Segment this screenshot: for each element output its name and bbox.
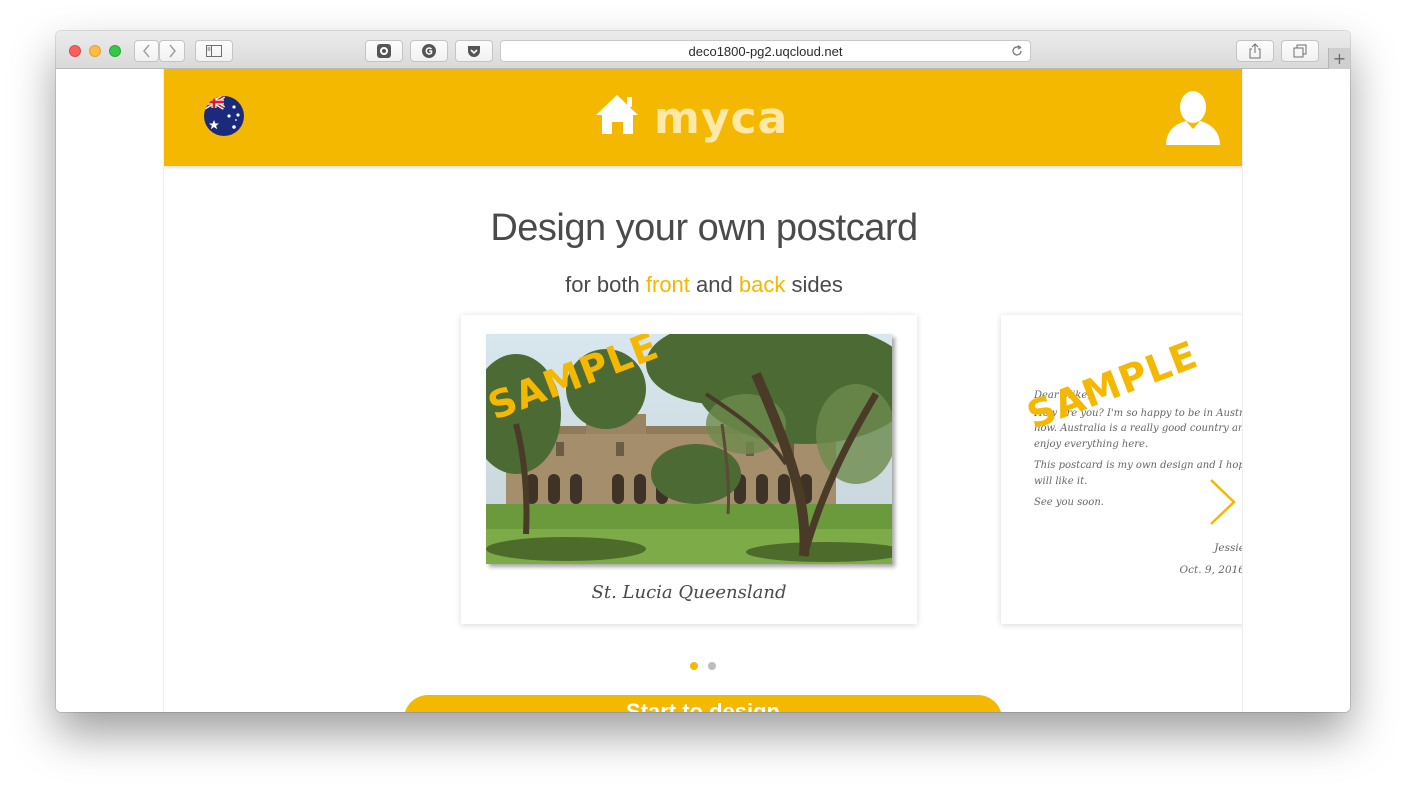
subtitle-back: back (738, 272, 786, 297)
subtitle-front: front (645, 272, 690, 297)
user-profile-icon[interactable] (1164, 89, 1222, 147)
subtitle-prefix: for both (565, 272, 640, 297)
tabs-overview-button[interactable] (1281, 40, 1319, 62)
forward-button[interactable] (159, 40, 185, 62)
pocket-icon (468, 46, 480, 57)
subtitle-suffix: sides (791, 272, 843, 297)
carousel-pagination (690, 662, 720, 672)
chevron-left-icon (142, 44, 150, 58)
reload-icon[interactable] (1010, 44, 1024, 58)
tabs-icon (1293, 44, 1307, 58)
close-window-button[interactable] (69, 45, 81, 57)
share-button[interactable] (1236, 40, 1274, 62)
myca-logo[interactable]: myca (594, 91, 816, 151)
browser-toolbar: deco1800-pg2.uqcloud.net + (56, 31, 1350, 69)
target-icon (377, 44, 391, 58)
postcard-caption: St. Lucia Queensland (591, 582, 787, 603)
postcard-back-sample: Dear Mike, How are you? I'm so happy to … (1001, 315, 1243, 624)
browser-window: deco1800-pg2.uqcloud.net + myca Design y… (56, 31, 1350, 712)
extension-button-1[interactable] (365, 40, 403, 62)
zoom-window-button[interactable] (109, 45, 121, 57)
minimize-window-button[interactable] (89, 45, 101, 57)
plus-icon: + (1332, 48, 1347, 68)
carousel-dot-2[interactable] (708, 662, 716, 670)
back-button[interactable] (134, 40, 159, 62)
home-icon: myca (596, 93, 788, 144)
svg-text:myca: myca (654, 93, 788, 144)
share-icon (1249, 43, 1261, 59)
carousel-dot-1[interactable] (690, 662, 698, 670)
address-bar[interactable]: deco1800-pg2.uqcloud.net (500, 40, 1031, 62)
letter-signature: Jessie (1214, 542, 1243, 554)
web-content: myca Design your own postcard for both f… (56, 69, 1350, 712)
pocket-button[interactable] (455, 40, 493, 62)
new-tab-button[interactable]: + (1328, 48, 1350, 69)
url-text: deco1800-pg2.uqcloud.net (688, 43, 843, 59)
page-container: myca Design your own postcard for both f… (163, 69, 1243, 712)
extension-button-2[interactable] (410, 40, 448, 62)
postcard-photo: SAMPLE (486, 334, 892, 564)
sidebar-toggle-button[interactable] (195, 40, 233, 62)
letter-date: Oct. 9, 2016 (1179, 564, 1243, 576)
start-design-button[interactable]: Start to design (404, 695, 1002, 712)
australia-flag-icon[interactable] (204, 96, 244, 136)
subtitle-middle: and (696, 272, 733, 297)
page-subtitle: for both front and back sides (164, 272, 1242, 298)
postcard-front-sample: SAMPLE St. Lucia Queensland (461, 315, 917, 624)
sidebar-icon (206, 45, 222, 57)
grammar-icon (422, 44, 436, 58)
chevron-right-icon (169, 44, 176, 58)
chevron-right-icon[interactable] (1208, 477, 1240, 527)
page-title: Design your own postcard (490, 207, 918, 249)
site-header: myca (164, 69, 1242, 166)
